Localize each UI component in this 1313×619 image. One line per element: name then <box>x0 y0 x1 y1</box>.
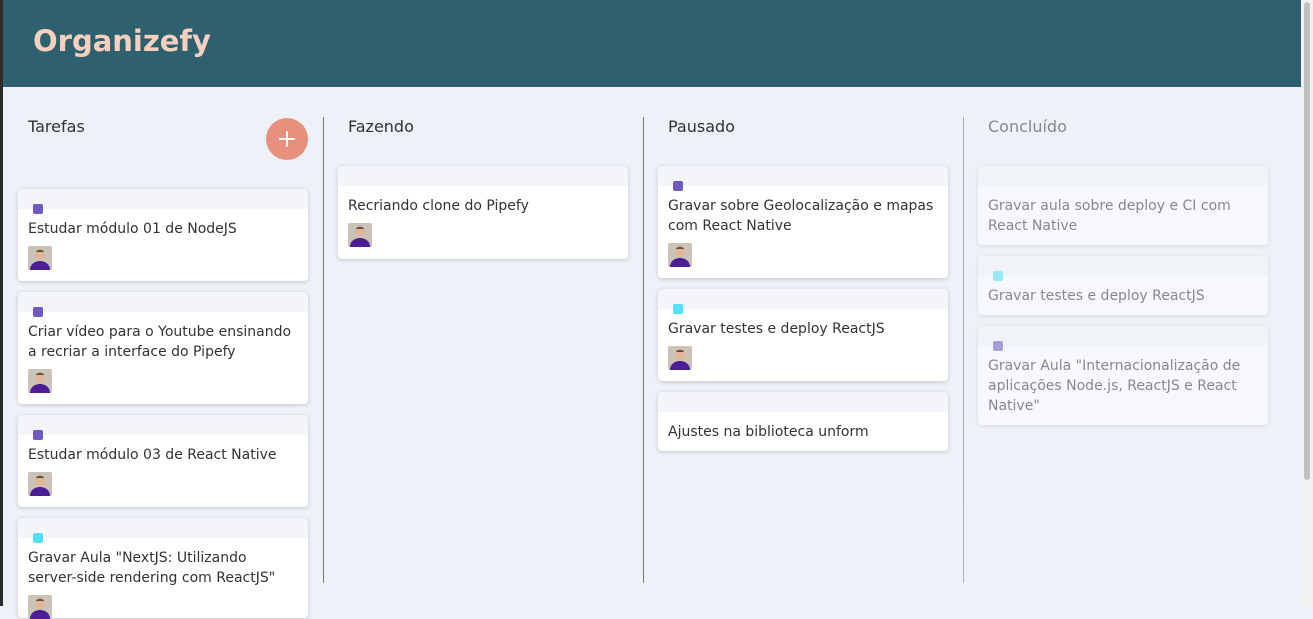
card-label <box>993 341 1003 351</box>
card-title: Estudar módulo 01 de NodeJS <box>28 221 237 237</box>
list-divider <box>643 117 644 583</box>
card[interactable]: Criar vídeo para o Youtube ensinando a r… <box>18 292 308 404</box>
card-title: Gravar Aula "Internacionalização de apli… <box>988 358 1241 414</box>
card-label <box>33 204 43 214</box>
card-label <box>33 430 43 440</box>
card-title: Criar vídeo para o Youtube ensinando a r… <box>28 324 292 360</box>
page-scrollbar[interactable] <box>1301 0 1313 606</box>
list-fazendo: Fazendo Recriando clone do Pipefy <box>323 87 643 606</box>
card[interactable]: Recriando clone do Pipefy <box>338 166 628 259</box>
card-title: Gravar Aula "NextJS: Utilizando server-s… <box>28 550 276 586</box>
list-title: Pausado <box>668 117 735 136</box>
avatar <box>668 243 692 267</box>
card-label <box>673 181 683 191</box>
list-title: Fazendo <box>348 117 414 136</box>
card[interactable]: Ajustes na biblioteca unform <box>658 392 948 451</box>
app-logo: Organizefy <box>33 24 211 58</box>
list-tarefas: Tarefas Estudar módulo 01 de NodeJS Cria… <box>3 87 323 619</box>
list-title: Concluído <box>988 117 1067 136</box>
avatar <box>668 346 692 370</box>
card-title: Gravar sobre Geolocalização e mapas com … <box>668 198 934 234</box>
card[interactable]: Gravar sobre Geolocalização e mapas com … <box>658 166 948 278</box>
avatar <box>348 223 372 247</box>
card-title: Gravar testes e deploy ReactJS <box>668 321 885 337</box>
app-header: Organizefy <box>3 0 1301 87</box>
card[interactable]: Gravar testes e deploy ReactJS <box>658 289 948 381</box>
card[interactable]: Gravar Aula "Internacionalização de apli… <box>978 326 1268 425</box>
add-card-button[interactable] <box>266 118 308 160</box>
card[interactable]: Estudar módulo 03 de React Native <box>18 415 308 507</box>
card-title: Ajustes na biblioteca unform <box>668 424 869 440</box>
plus-icon <box>279 131 295 147</box>
card-label <box>673 304 683 314</box>
card-label <box>33 307 43 317</box>
card-label <box>33 533 43 543</box>
avatar <box>28 369 52 393</box>
card[interactable]: Estudar módulo 01 de NodeJS <box>18 189 308 281</box>
list-divider <box>323 117 324 583</box>
card-title: Recriando clone do Pipefy <box>348 198 529 214</box>
avatar <box>28 246 52 270</box>
list-pausado: Pausado Gravar sobre Geolocalização e ma… <box>643 87 963 606</box>
card[interactable]: Gravar aula sobre deploy e CI com React … <box>978 166 1268 245</box>
card-title: Gravar testes e deploy ReactJS <box>988 288 1205 304</box>
avatar <box>28 472 52 496</box>
scrollbar-thumb[interactable] <box>1304 2 1310 480</box>
card[interactable]: Gravar Aula "NextJS: Utilizando server-s… <box>18 518 308 619</box>
list-divider <box>963 117 964 583</box>
card[interactable]: Gravar testes e deploy ReactJS <box>978 256 1268 315</box>
card-title: Estudar módulo 03 de React Native <box>28 447 277 463</box>
list-concluido: Concluído Gravar aula sobre deploy e CI … <box>963 87 1283 606</box>
card-label <box>993 271 1003 281</box>
list-title: Tarefas <box>28 117 85 136</box>
card-title: Gravar aula sobre deploy e CI com React … <box>988 198 1231 234</box>
avatar <box>28 595 52 619</box>
kanban-board: Tarefas Estudar módulo 01 de NodeJS Cria… <box>3 87 1301 619</box>
